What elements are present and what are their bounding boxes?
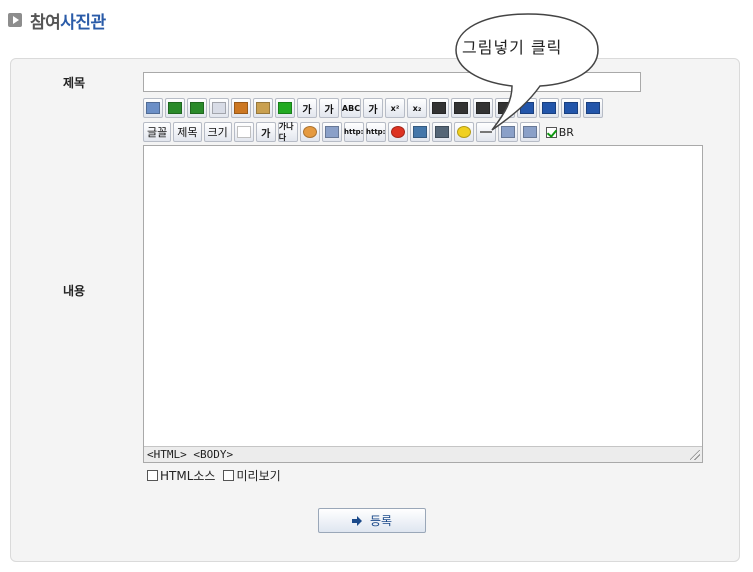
align-left-icon[interactable] xyxy=(429,98,449,118)
bold-icon[interactable]: 가 xyxy=(297,98,317,118)
editor-status-bar: <HTML> <BODY> xyxy=(144,446,702,462)
font-button[interactable]: 글꼴 xyxy=(143,122,172,142)
font-color-icon-glyph: 가나다 xyxy=(278,122,294,142)
undo-icon[interactable] xyxy=(165,98,185,118)
spellcheck-icon[interactable] xyxy=(275,98,295,118)
html-source-label: HTML소스 xyxy=(160,469,216,483)
paste-icon[interactable] xyxy=(253,98,273,118)
page-header: 참여사진관 xyxy=(8,8,106,33)
page-title: 참여사진관 xyxy=(30,12,106,33)
redo-icon[interactable] xyxy=(187,98,207,118)
table-cell-icon[interactable] xyxy=(321,122,342,142)
print-icon[interactable] xyxy=(143,98,163,118)
resize-grip-icon[interactable] xyxy=(690,450,700,460)
table-cell-icon-glyph xyxy=(324,126,339,138)
spellcheck-icon-glyph xyxy=(278,102,292,114)
font-color-icon[interactable]: 가나다 xyxy=(277,122,298,142)
highlight-icon[interactable]: 가 xyxy=(255,122,276,142)
copy-icon-glyph xyxy=(212,102,226,114)
media-icon-glyph xyxy=(412,126,427,138)
submit-button[interactable]: 등록 xyxy=(318,508,426,533)
submit-label: 등록 xyxy=(369,514,393,528)
preview-label: 미리보기 xyxy=(236,469,281,483)
heading-button[interactable]: 제목 xyxy=(173,122,202,142)
html-source-checkbox[interactable] xyxy=(147,470,158,481)
paste-icon-glyph xyxy=(256,102,270,114)
callout-bubble xyxy=(455,13,599,131)
underline-icon-glyph: 가 xyxy=(324,104,334,116)
content-label: 내용 xyxy=(63,284,86,298)
editor-status-path: <HTML> <BODY> xyxy=(147,448,234,461)
highlight-icon-glyph: 가 xyxy=(261,128,271,140)
size-button[interactable]: 크기 xyxy=(203,122,232,142)
bullet-arrow-icon xyxy=(8,13,22,27)
box-icon-glyph xyxy=(236,126,251,138)
media-icon[interactable] xyxy=(409,122,430,142)
flash-icon[interactable] xyxy=(387,122,408,142)
flash-icon-glyph xyxy=(390,126,405,138)
color-palette-icon-glyph xyxy=(302,126,317,138)
link-icon-glyph: http: xyxy=(344,128,364,136)
unlink-icon-glyph: http: xyxy=(366,128,386,136)
box-icon[interactable] xyxy=(233,122,254,142)
undo-icon-glyph xyxy=(168,102,182,114)
subscript-icon[interactable]: x₂ xyxy=(407,98,427,118)
align-left-icon-glyph xyxy=(432,102,446,114)
strikethrough-icon-glyph: ABC xyxy=(341,103,361,113)
copy-icon[interactable] xyxy=(209,98,229,118)
superscript-icon[interactable]: x² xyxy=(385,98,405,118)
cut-icon-glyph xyxy=(234,102,248,114)
insert-image-icon-glyph xyxy=(434,126,449,138)
bold-icon-glyph: 가 xyxy=(302,104,312,116)
strikethrough-icon[interactable]: ABC xyxy=(341,98,361,118)
cut-icon[interactable] xyxy=(231,98,251,118)
link-icon[interactable]: http: xyxy=(343,122,364,142)
italic-icon[interactable]: 가 xyxy=(363,98,383,118)
print-icon-glyph xyxy=(146,102,160,114)
arrow-right-icon xyxy=(351,515,362,526)
subscript-icon-glyph: x₂ xyxy=(412,103,422,113)
preview-checkbox[interactable] xyxy=(223,470,235,481)
content-editor[interactable]: <HTML> <BODY> xyxy=(143,145,703,463)
italic-icon-glyph: 가 xyxy=(368,104,378,116)
callout-text: 그림넣기 클릭 xyxy=(462,38,563,57)
superscript-icon-glyph: x² xyxy=(390,103,400,113)
redo-icon-glyph xyxy=(190,102,204,114)
unlink-icon[interactable]: http: xyxy=(365,122,386,142)
underline-icon[interactable]: 가 xyxy=(319,98,339,118)
editor-options: HTML소스 미리보기 xyxy=(147,467,281,484)
color-palette-icon[interactable] xyxy=(299,122,320,142)
subject-label: 제목 xyxy=(63,76,86,90)
